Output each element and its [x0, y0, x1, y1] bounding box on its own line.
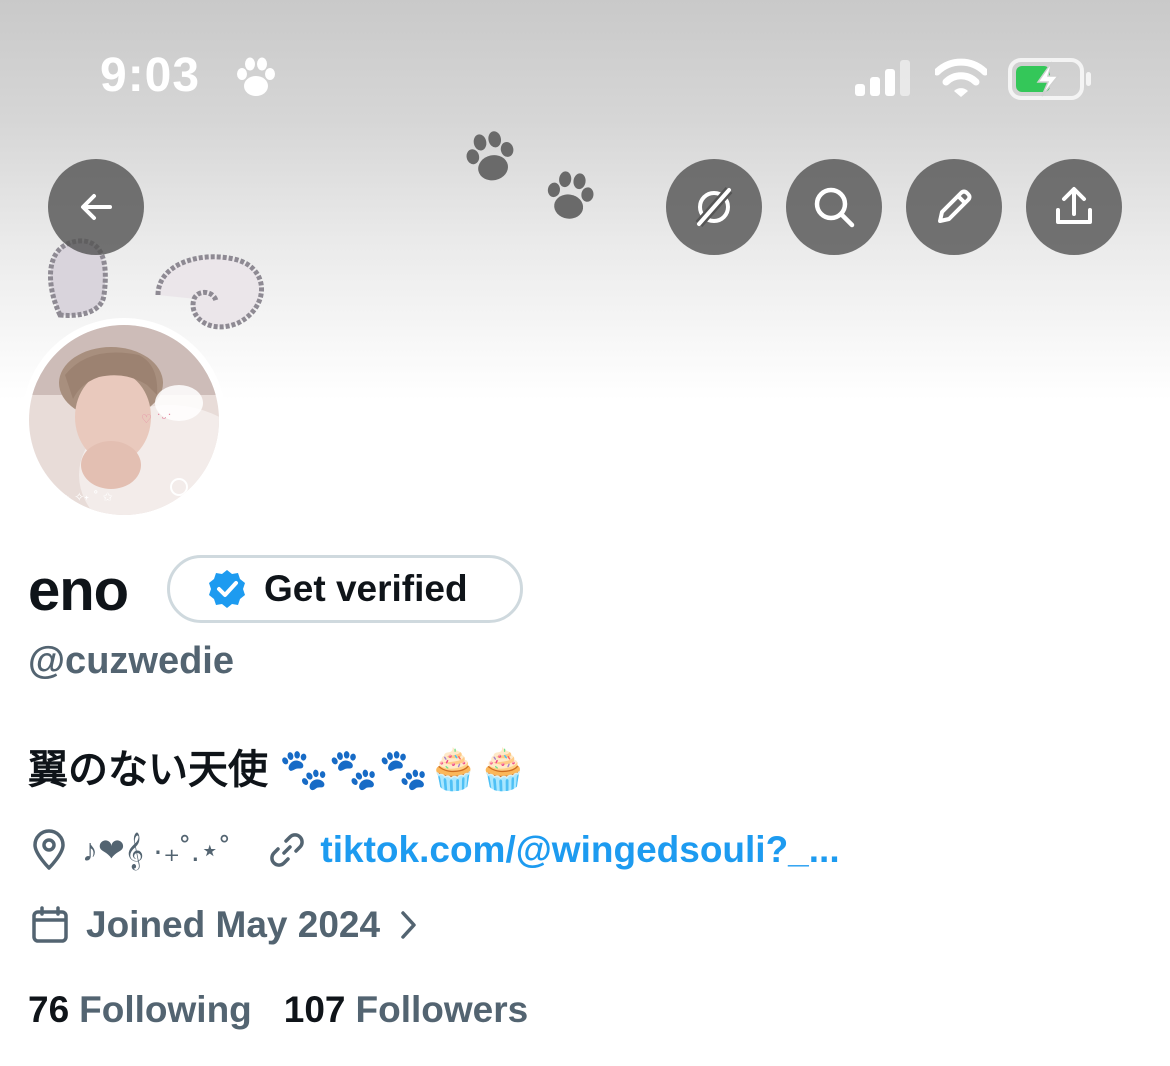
grok-button[interactable] [666, 159, 762, 255]
search-button[interactable] [786, 159, 882, 255]
svg-text:✩ ⋆ ✧˖ ˚ ✩: ✩ ⋆ ✧˖ ˚ ✩ [49, 489, 113, 504]
cellular-signal-icon [855, 60, 915, 103]
following-label: Following [79, 989, 252, 1030]
display-name: eno [28, 558, 129, 623]
avatar-image: ♡ ˙ᵕ˙ ✩ ⋆ ✧˖ ˚ ✩ [29, 325, 219, 515]
user-handle: @cuzwedie [28, 640, 234, 682]
wifi-icon [933, 58, 989, 103]
grok-icon [691, 184, 737, 230]
profile-bio: 翼のない天使 🐾🐾🐾🧁🧁 [28, 748, 529, 792]
edit-button[interactable] [906, 159, 1002, 255]
verified-badge-icon [206, 568, 248, 610]
followers-count: 107 [283, 989, 346, 1030]
location-pin-icon [30, 829, 68, 871]
get-verified-label: Get verified [264, 568, 468, 609]
location-text: ♪❤𝄞 ·₊˚.⋆˚ [82, 831, 231, 868]
avatar[interactable]: ♡ ˙ᵕ˙ ✩ ⋆ ✧˖ ˚ ✩ [22, 318, 226, 522]
profile-link[interactable]: tiktok.com/@wingedsouli?_... [320, 829, 839, 871]
back-button[interactable] [48, 159, 144, 255]
joined-date-text: Joined May 2024 [86, 904, 381, 945]
chevron-right-icon [398, 908, 420, 942]
back-arrow-icon [74, 185, 118, 229]
follow-stats: 76 Following 107 Followers [28, 985, 528, 1035]
following-count: 76 [28, 989, 70, 1030]
svg-text:♡ ˙ᵕ˙: ♡ ˙ᵕ˙ [141, 412, 173, 426]
search-icon [810, 183, 858, 231]
following-link[interactable]: 76 Following [28, 989, 252, 1031]
link-icon [266, 829, 308, 871]
status-time: 9:03 [100, 49, 201, 102]
pencil-icon [931, 184, 977, 230]
paw-icon [232, 54, 280, 107]
calendar-icon [30, 905, 70, 945]
paw-icon [460, 128, 522, 193]
share-icon [1051, 184, 1097, 230]
followers-label: Followers [355, 989, 529, 1030]
followers-link[interactable]: 107 Followers [284, 989, 528, 1031]
get-verified-button[interactable]: Get verified [167, 555, 523, 623]
profile-meta-row: ♪❤𝄞 ·₊˚.⋆˚ tiktok.com/@wingedsouli?_... [30, 825, 840, 875]
joined-date-row[interactable]: Joined May 2024 [30, 900, 420, 950]
paw-icon [540, 168, 600, 231]
share-button[interactable] [1026, 159, 1122, 255]
battery-charging-icon [1008, 58, 1094, 105]
status-bar: 9:03 [0, 0, 1170, 150]
